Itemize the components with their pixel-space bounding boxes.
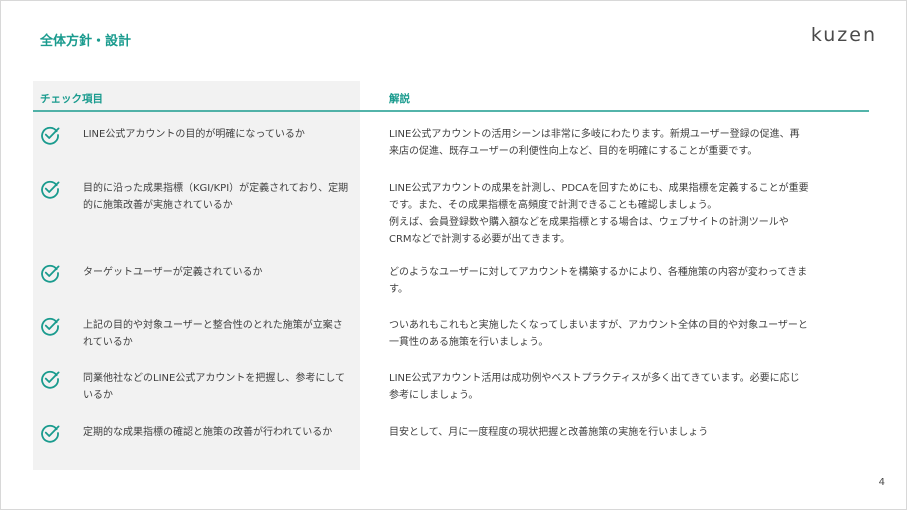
check-item-text: 上記の目的や対象ユーザーと整合性のとれた施策が立案されているか (83, 320, 343, 348)
check-item-text: ターゲットユーザーが定義されているか (83, 267, 263, 278)
check-circle-icon (41, 317, 60, 336)
check-item-text: LINE公式アカウントの目的が明確になっているか (83, 129, 305, 140)
header-check-items: チェック項目 (40, 93, 103, 105)
explanation-text: 目安として、月に一度程度の現状把握と改善施策の実施を行いましょう (389, 427, 709, 438)
check-item-text: 同業他社などのLINE公式アカウントを把握し、参考にしているか (83, 373, 346, 401)
brand-logo: kuzen (810, 24, 877, 46)
check-circle-icon (41, 370, 60, 389)
explanation-text: どのようなユーザーに対してアカウントを構築するかにより、各種施策の内容が変わって… (389, 267, 808, 295)
page-title: 全体方針・設計 (40, 34, 132, 49)
explanation-text: LINE公式アカウントの成果を計測し、PDCAを回すためにも、成果指標を定義する… (389, 183, 809, 245)
check-circle-icon (41, 126, 60, 145)
explanation-text: ついあれもこれもと実施したくなってしまいますが、アカウント全体の目的や対象ユーザ… (389, 320, 808, 348)
header-divider (33, 110, 869, 112)
check-circle-icon (41, 424, 60, 443)
check-item-text: 目的に沿った成果指標（KGI/KPI）が定義されており、定期的に施策改善が実施さ… (83, 183, 349, 211)
page-number: 4 (878, 477, 885, 488)
header-explanation: 解説 (389, 93, 410, 105)
check-circle-icon (41, 264, 60, 283)
check-item-text: 定期的な成果指標の確認と施策の改善が行われているか (83, 427, 333, 438)
explanation-text: LINE公式アカウントの活用シーンは非常に多岐にわたります。新規ユーザー登録の促… (389, 129, 800, 157)
slide: 全体方針・設計 kuzen チェック項目 解説 LINE公式アカウントの目的が明… (0, 0, 907, 510)
explanation-text: LINE公式アカウント活用は成功例やベストプラクティスが多く出てきています。必要… (389, 373, 800, 401)
check-circle-icon (41, 180, 60, 199)
